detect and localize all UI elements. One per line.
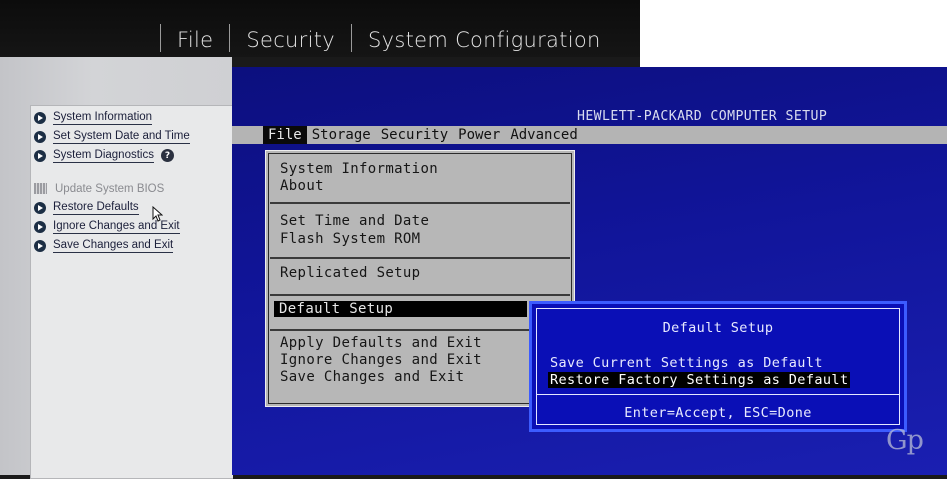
gui-item-label: Set System Date and Time: [53, 130, 190, 144]
mouse-pointer-icon: [152, 206, 163, 222]
bios-menubar: File Storage Security Power Advanced: [232, 126, 947, 144]
gui-tab-file[interactable]: File: [160, 24, 229, 52]
gui-item-system-information[interactable]: System Information: [32, 108, 232, 127]
dialog-divider: [537, 394, 899, 395]
gui-item-label: System Information: [53, 111, 153, 125]
gui-item-label: Restore Defaults: [53, 201, 139, 215]
play-arrow-icon: [34, 201, 46, 214]
gui-item-label: Save Changes and Exit: [53, 239, 174, 253]
play-arrow-icon: [34, 149, 46, 162]
dialog-title: Default Setup: [662, 320, 774, 336]
dd-item-ignore-changes-and-exit[interactable]: Ignore Changes and Exit: [280, 352, 482, 368]
play-arrow-icon: [34, 130, 46, 143]
gui-item-restore-defaults[interactable]: Restore Defaults: [32, 198, 232, 217]
dd-item-save-changes-and-exit[interactable]: Save Changes and Exit: [280, 369, 464, 385]
gui-menu-spacer: [32, 165, 232, 179]
dialog-option-save-current[interactable]: Save Current Settings as Default: [548, 355, 825, 371]
gui-item-set-system-date-and-time[interactable]: Set System Date and Time: [32, 127, 232, 146]
menu-advanced[interactable]: Advanced: [505, 126, 582, 144]
menu-file[interactable]: File: [263, 126, 307, 144]
gui-item-save-changes-and-exit[interactable]: Save Changes and Exit: [32, 236, 232, 255]
help-icon[interactable]: ?: [160, 149, 174, 162]
dd-item-set-time-and-date[interactable]: Set Time and Date: [280, 213, 429, 229]
play-arrow-icon: [34, 220, 46, 233]
dialog-option-restore-factory[interactable]: Restore Factory Settings as Default: [548, 372, 851, 388]
groovypost-watermark-logo: Gp: [886, 425, 924, 456]
default-setup-dialog: Default Setup Save Current Settings as D…: [529, 301, 907, 432]
white-corner-area: [640, 0, 947, 67]
chip-icon: [34, 183, 47, 194]
classic-bios-screen: HEWLETT-PACKARD COMPUTER SETUP File Stor…: [232, 67, 947, 475]
dd-item-replicated-setup[interactable]: Replicated Setup: [280, 265, 420, 281]
menu-storage[interactable]: Storage: [307, 126, 376, 144]
gui-item-system-diagnostics[interactable]: System Diagnostics ?: [32, 146, 232, 165]
gui-item-ignore-changes-and-exit[interactable]: Ignore Changes and Exit: [32, 217, 232, 236]
dd-item-apply-defaults-and-exit[interactable]: Apply Defaults and Exit: [280, 335, 482, 351]
dialog-key-hint: Enter=Accept, ESC=Done: [624, 405, 812, 421]
menu-security[interactable]: Security: [376, 126, 453, 144]
gui-bios-header: File Security System Configuration: [0, 0, 640, 57]
dd-item-system-information[interactable]: System Information: [280, 161, 438, 177]
gui-tab-system-configuration[interactable]: System Configuration: [350, 24, 617, 52]
gui-file-menu-list: System Information Set System Date and T…: [32, 108, 232, 255]
play-arrow-icon: [34, 111, 46, 124]
dd-item-flash-system-rom[interactable]: Flash System ROM: [280, 231, 420, 247]
gui-tab-bar: File Security System Configuration: [160, 24, 617, 58]
dialog-border: Default Setup Save Current Settings as D…: [536, 308, 900, 425]
dd-item-about[interactable]: About: [280, 178, 324, 194]
menu-power[interactable]: Power: [453, 126, 505, 144]
gui-item-update-system-bios: Update System BIOS: [32, 179, 232, 198]
play-arrow-icon: [34, 239, 46, 252]
gui-item-label: System Diagnostics: [53, 149, 154, 163]
gui-item-label: Update System BIOS: [55, 182, 165, 195]
dd-item-default-setup[interactable]: Default Setup: [274, 301, 527, 317]
bios-title: HEWLETT-PACKARD COMPUTER SETUP: [577, 109, 828, 124]
gui-tab-security[interactable]: Security: [229, 24, 351, 52]
